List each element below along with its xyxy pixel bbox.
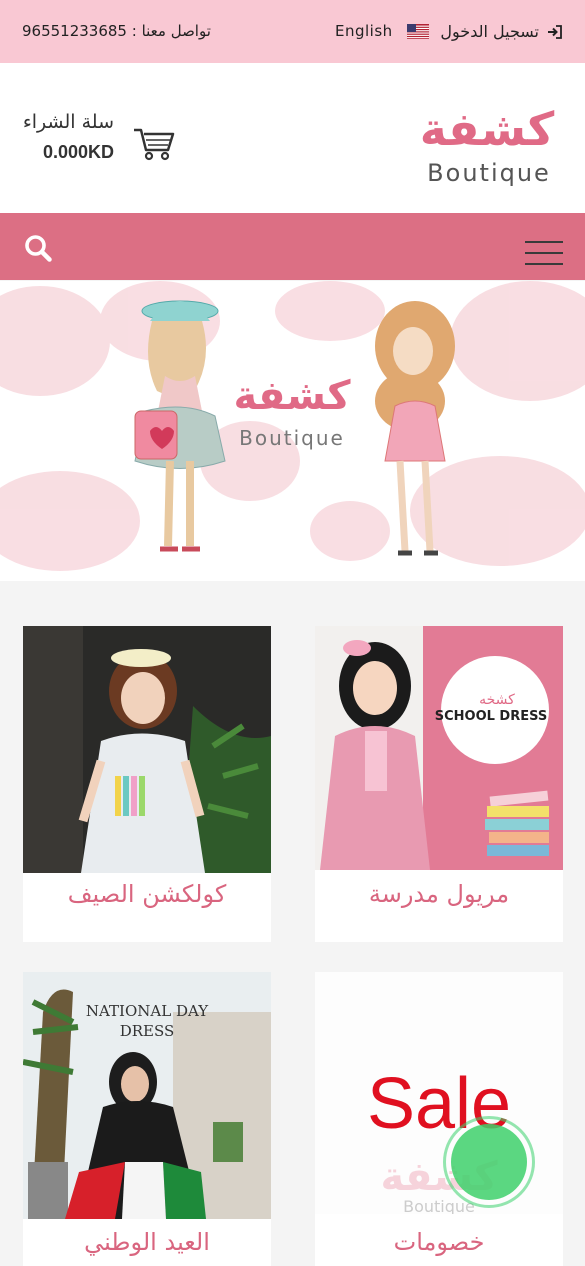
category-image <box>23 626 271 873</box>
nav-bar <box>0 213 585 280</box>
top-bar: تسجيل الدخول English تواصل معنا : 965512… <box>0 0 585 63</box>
contact-info[interactable]: تواصل معنا : 96551233685 <box>22 22 211 40</box>
category-image: كشخه SCHOOL DRESS <box>315 626 563 870</box>
boutique-logo[interactable]: كشفة Boutique <box>415 85 560 190</box>
category-card-sale[interactable]: Sale كشفة Boutique خصومات <box>315 972 563 1266</box>
us-flag-icon <box>406 23 429 39</box>
login-label: تسجيل الدخول <box>440 22 539 41</box>
category-label: كولكشن الصيف <box>67 880 227 908</box>
banner-logo-arabic: كشفة <box>233 373 351 419</box>
cart-total: 0.000KD <box>42 142 114 162</box>
category-label: خصومات <box>393 1228 485 1256</box>
category-card-national-day[interactable]: NATIONAL DAY DRESS العيد الوطني <box>23 972 271 1266</box>
floating-button-core <box>451 1124 527 1200</box>
svg-text:كشخه: كشخه <box>479 692 515 708</box>
logo-arabic-text: كشفة <box>420 102 555 156</box>
svg-text:NATIONAL DAY: NATIONAL DAY <box>86 1002 209 1020</box>
search-icon[interactable] <box>24 234 52 262</box>
cart-icon[interactable] <box>132 122 176 162</box>
logo-latin-text: Boutique <box>427 159 551 187</box>
cart-title[interactable]: سلة الشراء <box>22 111 114 133</box>
hamburger-menu-icon[interactable] <box>525 241 563 267</box>
sign-in-icon <box>548 24 562 39</box>
language-label: English <box>335 22 393 40</box>
language-switch[interactable]: English <box>335 22 429 40</box>
svg-text:DRESS: DRESS <box>120 1022 175 1040</box>
category-card-summer[interactable]: كولكشن الصيف <box>23 626 271 942</box>
floating-action-button[interactable] <box>443 1116 535 1208</box>
svg-text:SCHOOL DRESS: SCHOOL DRESS <box>435 709 548 724</box>
category-image: NATIONAL DAY DRESS <box>23 972 271 1219</box>
login-link[interactable]: تسجيل الدخول <box>440 22 563 41</box>
category-label: مريول مدرسة <box>368 880 510 908</box>
banner-logo-latin: Boutique <box>239 426 345 450</box>
category-label: العيد الوطني <box>84 1228 210 1256</box>
category-card-school[interactable]: كشخه SCHOOL DRESS مريول مدرسة <box>315 626 563 942</box>
hero-banner[interactable]: كشفة Boutique <box>0 281 585 581</box>
hero-illustration: كشفة Boutique <box>0 281 585 571</box>
